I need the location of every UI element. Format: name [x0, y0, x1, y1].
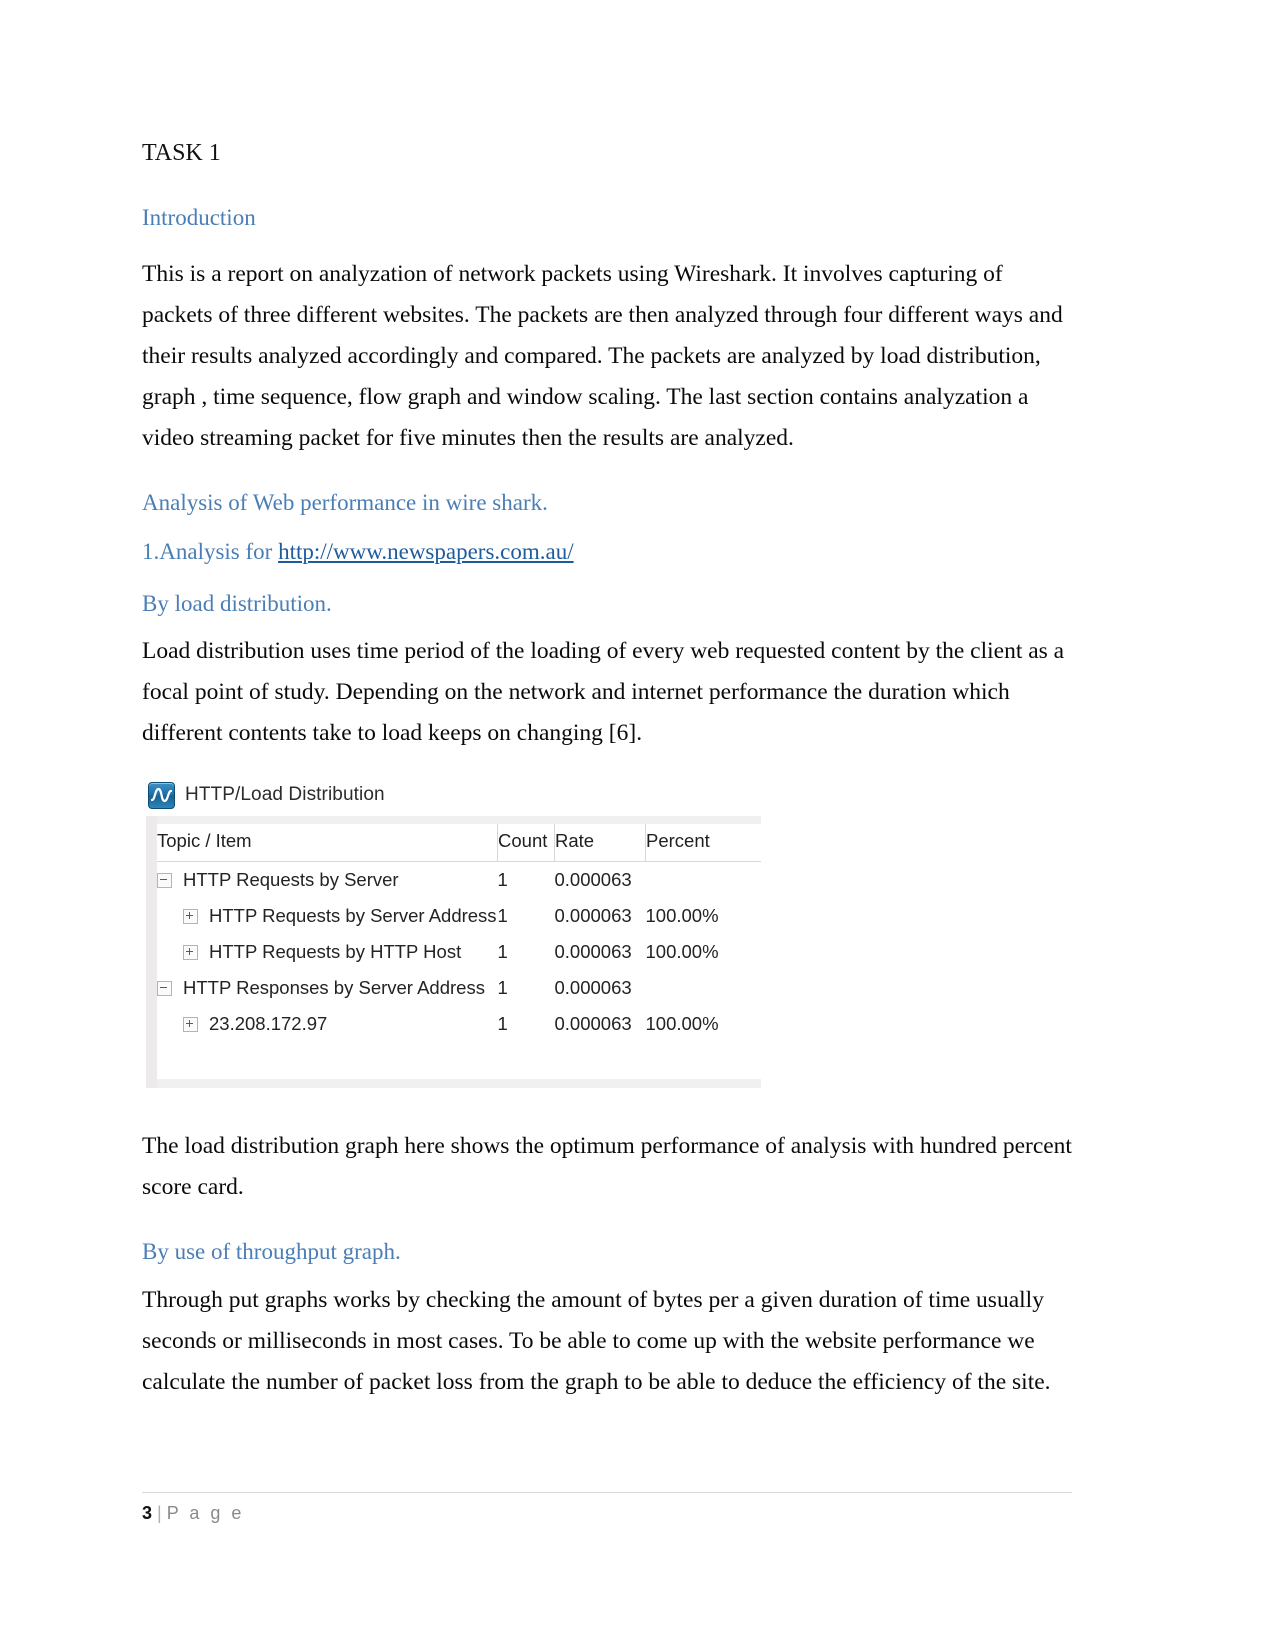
row-count: 1	[497, 941, 508, 963]
collapse-toggle-icon[interactable]	[157, 872, 172, 888]
row-percent	[646, 970, 762, 1006]
row-rate: 0.000063	[554, 941, 632, 963]
footer-page-number: 3	[142, 1503, 153, 1523]
tree-cell: HTTP Responses by Server Address	[157, 977, 498, 999]
figure-left-strip	[146, 816, 157, 1089]
row-rate: 0.000063	[554, 1013, 632, 1035]
row-percent	[646, 862, 762, 899]
expand-toggle-icon[interactable]	[183, 908, 198, 924]
row-count: 1	[497, 977, 508, 999]
row-count: 1	[497, 1013, 508, 1035]
analysis-item-line: 1.Analysis for http://www.newspapers.com…	[142, 538, 1072, 566]
load-distribution-table: Topic / Item Count Rate Percent HTTP Req…	[157, 824, 761, 1042]
column-header-topic[interactable]: Topic / Item	[157, 824, 498, 863]
table-row[interactable]: 23.208.172.97 1 0.000063 100.00%	[157, 1006, 761, 1042]
row-rate: 0.000063	[554, 905, 632, 927]
footer-divider	[142, 1492, 1072, 1493]
table-row[interactable]: HTTP Responses by Server Address 1 0.000…	[157, 970, 761, 1006]
footer-page-label: 3 | P a g e	[142, 1503, 1072, 1524]
figure-window-title: HTTP/Load Distribution	[185, 784, 385, 806]
heading-analysis-web-performance: Analysis of Web performance in wire shar…	[142, 489, 548, 515]
row-topic-label: HTTP Responses by Server Address	[183, 977, 485, 999]
row-percent: 100.00%	[645, 941, 719, 963]
row-rate: 0.000063	[554, 977, 632, 999]
tree-cell: 23.208.172.97	[157, 1013, 498, 1035]
figure-table-area: Topic / Item Count Rate Percent HTTP Req…	[157, 824, 761, 1080]
row-topic-label: HTTP Requests by Server	[183, 869, 399, 891]
footer-separator: |	[157, 1503, 162, 1523]
paragraph-throughput: Through put graphs works by checking the…	[142, 1286, 1051, 1395]
row-topic-label: HTTP Requests by HTTP Host	[209, 941, 462, 963]
expand-toggle-icon[interactable]	[183, 1016, 198, 1032]
wireshark-load-distribution-figure: HTTP/Load Distribution Topic / Item Coun…	[146, 780, 761, 1089]
paragraph-introduction: This is a report on analyzation of netwo…	[142, 260, 1063, 451]
newspapers-link[interactable]: http://www.newspapers.com.au/	[278, 539, 574, 564]
column-header-percent[interactable]: Percent	[645, 824, 761, 863]
heading-by-load-distribution: By load distribution.	[142, 590, 332, 616]
column-header-rate[interactable]: Rate	[554, 824, 646, 863]
row-rate: 0.000063	[554, 869, 632, 891]
tree-cell: HTTP Requests by HTTP Host	[157, 941, 498, 963]
footer-page-word: P a g e	[166, 1503, 245, 1523]
heading-introduction: Introduction	[142, 205, 256, 230]
row-percent: 100.00%	[645, 1013, 719, 1035]
row-count: 1	[497, 905, 508, 927]
wireshark-icon	[148, 781, 175, 809]
table-row[interactable]: HTTP Requests by Server Address 1 0.0000…	[157, 898, 761, 934]
heading-by-throughput-graph: By use of throughput graph.	[142, 1239, 401, 1265]
collapse-toggle-icon[interactable]	[157, 980, 172, 996]
tree-cell: HTTP Requests by Server	[157, 869, 498, 891]
figure-titlebar: HTTP/Load Distribution	[146, 780, 761, 810]
table-header-row: Topic / Item Count Rate Percent	[157, 824, 761, 863]
row-count: 1	[497, 869, 508, 891]
analysis-item-prefix: 1.Analysis for	[142, 539, 279, 565]
row-topic-label: HTTP Requests by Server Address	[209, 905, 497, 927]
row-topic-label: 23.208.172.97	[209, 1013, 328, 1035]
expand-toggle-icon[interactable]	[183, 944, 198, 960]
figure-window-frame: Topic / Item Count Rate Percent HTTP Req…	[146, 816, 761, 1089]
table-body: HTTP Requests by Server 1 0.000063 HTTP …	[157, 862, 761, 1043]
table-row[interactable]: HTTP Requests by HTTP Host 1 0.000063 10…	[157, 934, 761, 970]
document-page: TASK 1 Introduction This is a report on …	[0, 0, 1275, 1650]
tree-cell: HTTP Requests by Server Address	[157, 905, 498, 927]
page-title: TASK 1	[142, 140, 221, 166]
paragraph-load-distribution: Load distribution uses time period of th…	[142, 638, 1065, 747]
column-header-count[interactable]: Count	[497, 824, 555, 863]
table-row[interactable]: HTTP Requests by Server 1 0.000063	[157, 862, 761, 899]
paragraph-after-figure: The load distribution graph here shows t…	[142, 1133, 1072, 1201]
page-footer: 3 | P a g e	[142, 1492, 1072, 1524]
document-content: TASK 1 Introduction This is a report on …	[142, 138, 1072, 1433]
row-percent: 100.00%	[645, 905, 719, 927]
